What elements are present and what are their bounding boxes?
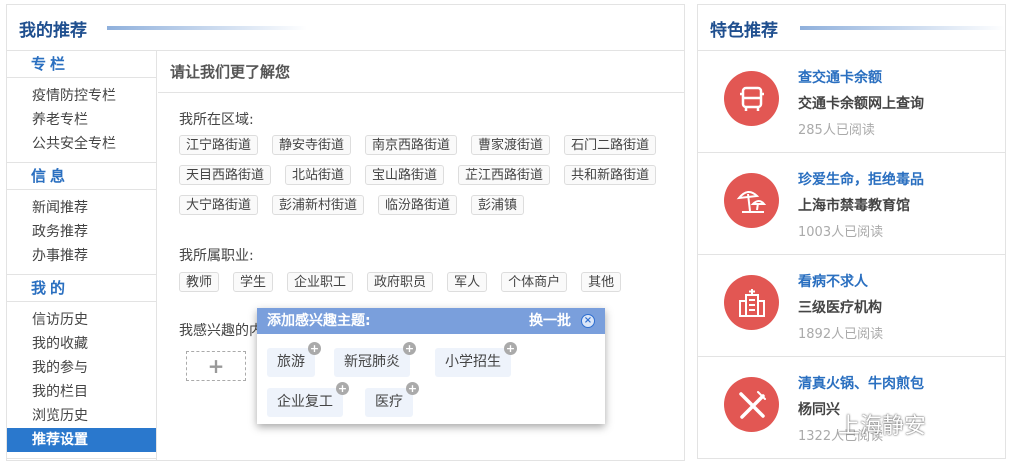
region-tag[interactable]: 天目西路街道 [179,165,272,185]
sidebar-section-items: 新闻推荐 政务推荐 办事推荐 [7,190,156,275]
bus-icon [724,71,779,126]
region-tag[interactable]: 石门二路街道 [564,135,657,155]
add-topic-icon[interactable]: + [504,342,517,355]
topic-tag[interactable]: 企业复工 + [267,382,349,417]
umbrella-icon [724,173,779,228]
region-tag[interactable]: 彭浦镇 [471,195,525,215]
featured-title[interactable]: 看病不求人 [798,271,868,291]
panel-title: 特色推荐 [710,21,778,41]
sidebar-item[interactable]: 推荐设置 [7,428,156,452]
featured-item[interactable]: 查交通卡余额交通卡余额网上查询 285人已阅读 [698,51,1005,153]
read-count: 1003人已阅读 [798,225,884,240]
sidebar-item[interactable]: 政务推荐 [32,220,156,244]
sidebar-item[interactable]: 养老专栏 [32,108,156,132]
region-tag[interactable]: 共和新路街道 [564,165,657,185]
topic-label: 小学招生 [445,354,501,370]
popup-header: 添加感兴趣主题: 换一批 × [257,308,605,334]
panel-header: 特色推荐 [698,5,1005,51]
hospital-icon [724,275,779,330]
featured-item[interactable]: 看病不求人三级医疗机构 1892人已阅读 [698,255,1005,357]
region-tag[interactable]: 南京西路街道 [365,135,458,155]
topic-tag[interactable]: 小学招生 + [435,342,517,377]
topic-tag[interactable]: 新冠肺炎 + [334,342,416,377]
sidebar-item[interactable]: 办事推荐 [32,244,156,268]
switch-batch-button[interactable]: 换一批 [529,308,571,334]
featured-item[interactable]: 珍爱生命，拒绝毒品上海市禁毒教育馆 1003人已阅读 [698,153,1005,255]
region-tag[interactable]: 江宁路街道 [179,135,259,155]
fork-knife-icon [724,377,779,432]
header-decoration [800,26,1005,30]
featured-title[interactable]: 珍爱生命，拒绝毒品 [798,169,924,189]
region-tag[interactable]: 临汾路街道 [378,195,458,215]
region-tags: 江宁路街道 静安寺街道 南京西路街道 曹家渡街道 石门二路街道天目西路街道 北站街道 宝山路… [179,135,659,215]
job-tag[interactable]: 教师 [179,272,220,292]
read-count: 1892人已阅读 [798,327,884,342]
panel-header: 我的推荐 [7,5,684,51]
topic-tag[interactable]: 旅游 + [267,342,321,377]
close-icon[interactable]: × [581,314,595,328]
sidebar-item[interactable]: 公共安全专栏 [32,132,156,156]
featured-title[interactable]: 查交通卡余额 [798,67,882,87]
sidebar-item[interactable]: 新闻推荐 [32,196,156,220]
header-decoration [107,26,307,30]
sidebar-section-header: 专栏 [7,51,156,78]
region-tag[interactable]: 北站街道 [285,165,352,185]
section-title: 请让我们更了解您 [158,51,684,93]
featured-subtitle: 交通卡余额网上查询 [798,96,924,112]
topic-label: 新冠肺炎 [344,354,400,370]
panel-title: 我的推荐 [19,21,87,41]
add-topic-icon[interactable]: + [406,382,419,395]
region-tag[interactable]: 宝山路街道 [365,165,445,185]
region-label: 我所在区域: [179,112,254,128]
job-label: 我所属职业: [179,248,254,264]
sidebar-section-header: 信息 [7,163,156,190]
add-topic-popup: 添加感兴趣主题: 换一批 × 旅游 + 新冠肺炎 + 小学招生 + 企业复工 + 医疗 + [257,308,605,424]
topic-label: 企业复工 [277,394,333,410]
region-tag[interactable]: 曹家渡街道 [471,135,551,155]
popup-title: 添加感兴趣主题: [267,313,371,329]
topic-label: 旅游 [277,354,305,370]
job-tag[interactable]: 政府职员 [367,272,434,292]
sidebar: 专栏 疫情防控专栏 养老专栏 公共安全专栏 信息 新闻推荐 政务推荐 办事推荐 我的 信访历史 我的… [7,51,157,460]
featured-title[interactable]: 清真火锅、牛肉煎包 [798,373,924,393]
topic-tag[interactable]: 医疗 + [365,382,419,417]
add-topic-icon[interactable]: + [336,382,349,395]
region-tag[interactable]: 静安寺街道 [272,135,352,155]
sidebar-item[interactable]: 信访历史 [32,308,156,332]
sidebar-item[interactable]: 我的收藏 [32,332,156,356]
watermark: 上海静安 [838,414,927,439]
job-tags: 教师 学生 企业职工 政府职员 军人 个体商户 其他 [179,272,659,292]
job-tag[interactable]: 学生 [233,272,274,292]
region-tag[interactable]: 大宁路街道 [179,195,259,215]
job-tag[interactable]: 个体商户 [501,272,568,292]
job-tag[interactable]: 军人 [447,272,488,292]
add-interest-button[interactable]: + [186,351,246,381]
sidebar-section-items: 信访历史 我的收藏 我的参与 我的栏目 浏览历史 推荐设置 [7,302,156,459]
region-tag[interactable]: 芷江西路街道 [458,165,551,185]
featured-panel: 特色推荐 查交通卡余额交通卡余额网上查询 285人已阅读珍爱生命，拒绝毒品上海市禁… [697,4,1006,459]
region-tag[interactable]: 彭浦新村街道 [272,195,365,215]
featured-subtitle: 杨同兴 [798,402,840,418]
add-topic-icon[interactable]: + [308,342,321,355]
job-tag[interactable]: 企业职工 [287,272,354,292]
sidebar-item[interactable]: 我的参与 [32,356,156,380]
sidebar-section-items: 疫情防控专栏 养老专栏 公共安全专栏 [7,78,156,163]
sidebar-item[interactable]: 浏览历史 [32,404,156,428]
sidebar-section-header: 我的 [7,275,156,302]
sidebar-item[interactable]: 我的栏目 [32,380,156,404]
topic-label: 医疗 [375,394,403,410]
featured-subtitle: 上海市禁毒教育馆 [798,198,910,214]
job-tag[interactable]: 其他 [581,272,622,292]
sidebar-item[interactable]: 疫情防控专栏 [32,84,156,108]
featured-subtitle: 三级医疗机构 [798,300,882,316]
read-count: 285人已阅读 [798,123,875,138]
add-topic-icon[interactable]: + [403,342,416,355]
